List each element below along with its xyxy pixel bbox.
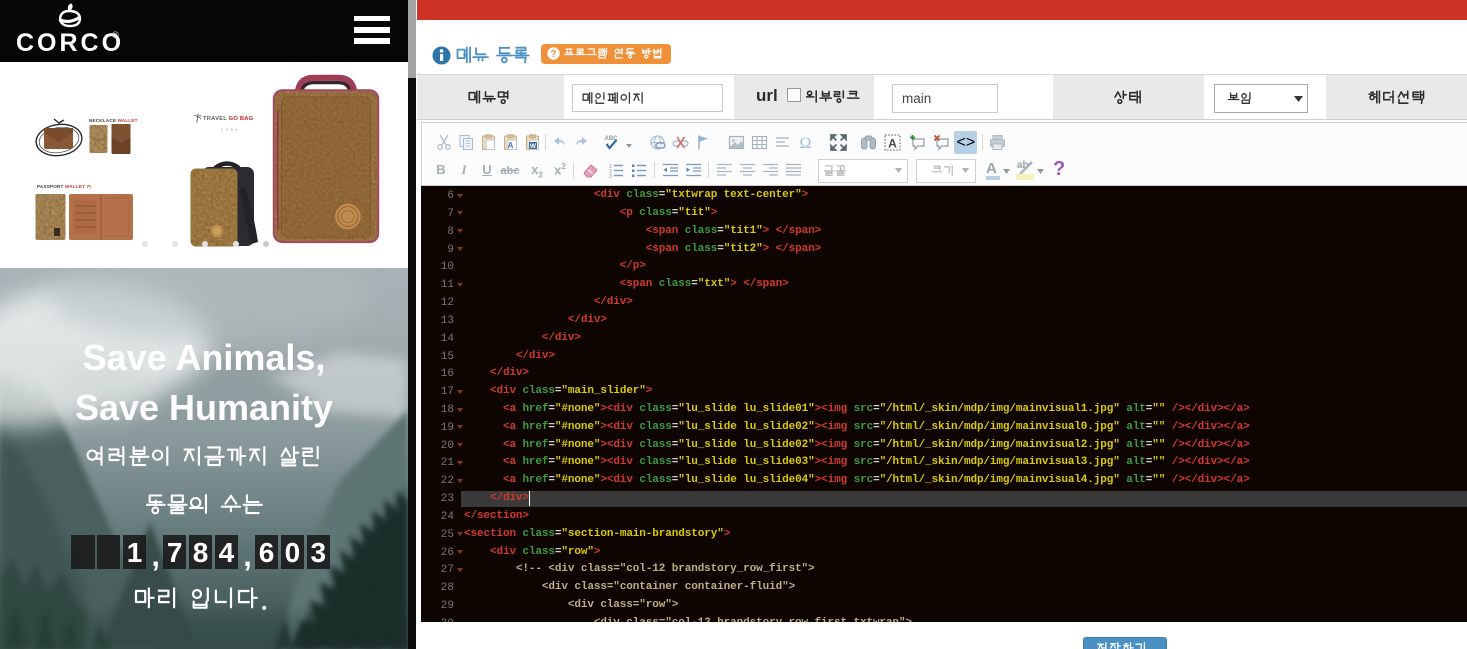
svg-text:?: ? [550, 49, 556, 60]
svg-text:A: A [888, 137, 897, 151]
svg-text:W: W [530, 143, 537, 150]
svg-text:3: 3 [609, 174, 612, 179]
svg-text:A: A [508, 141, 514, 150]
svg-text:Ω: Ω [800, 135, 812, 151]
